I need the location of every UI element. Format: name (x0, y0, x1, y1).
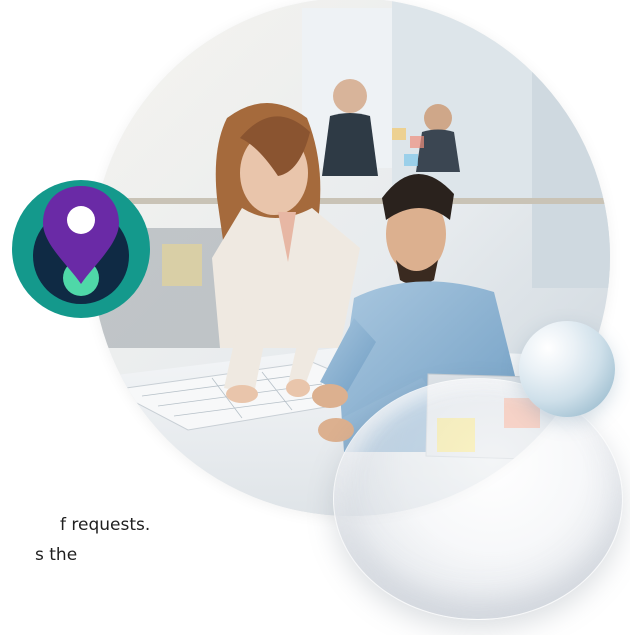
location-pin-badge (12, 180, 150, 318)
hero-visual: f requests. s the (0, 0, 630, 635)
glass-orb-small (519, 321, 615, 417)
location-pin-icon (12, 180, 150, 318)
body-text-line-2: s the (35, 545, 78, 565)
body-text-fragment: f requests. s the (0, 510, 360, 570)
